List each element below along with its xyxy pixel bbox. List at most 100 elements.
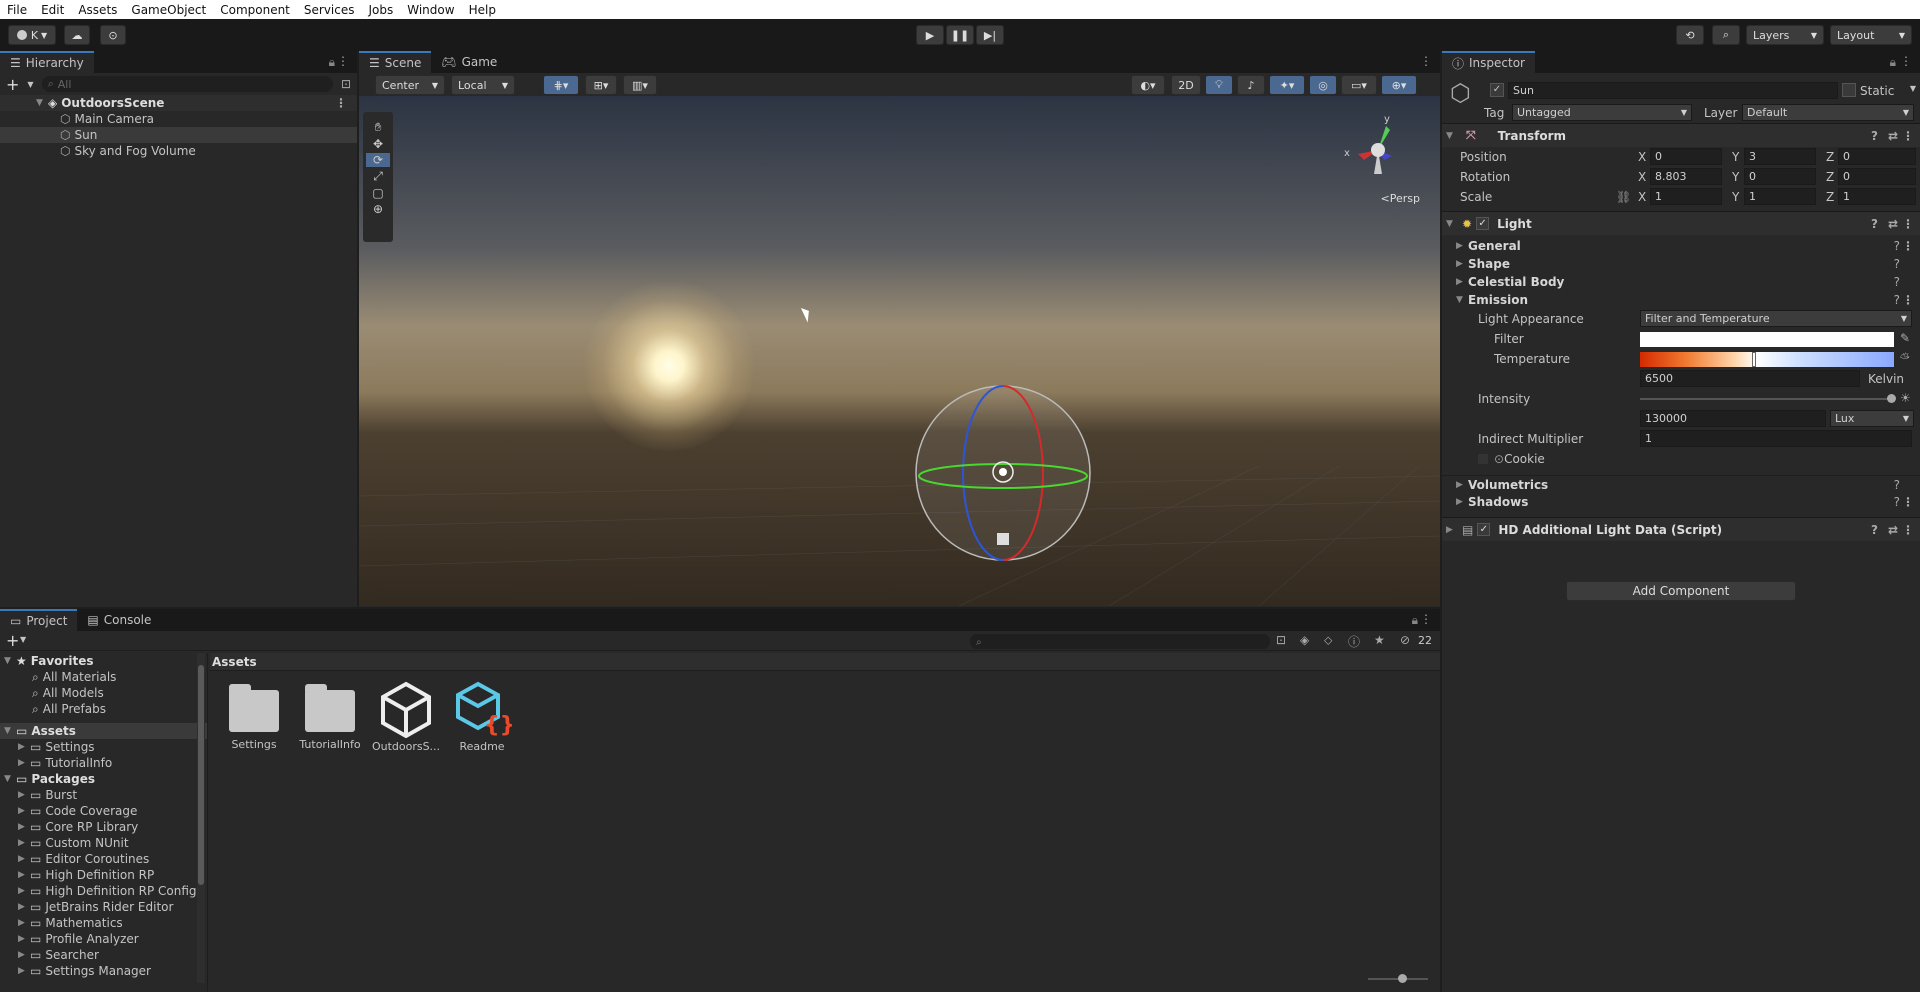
layers-dropdown[interactable]: Layers ▼	[1746, 25, 1824, 45]
tree-scrollbar[interactable]	[197, 653, 205, 983]
help-icon[interactable]: ?	[1894, 257, 1900, 271]
help-icon[interactable]: ?	[1894, 495, 1900, 509]
scene-row[interactable]: ▼ ◈ OutdoorsScene ⋮	[0, 95, 357, 111]
hierarchy-item-sky-fog[interactable]: ⬡ Sky and Fog Volume	[0, 143, 357, 159]
temperature-slider-thumb[interactable]	[1752, 352, 1756, 367]
asset-tutorialinfo-folder[interactable]: TutorialInfo	[290, 680, 370, 751]
add-component-button[interactable]: Add Component	[1566, 581, 1796, 601]
scene-viewport[interactable]: ✋︎ ✥ ⟳ ⤢ ▢ ⊕ x y <Persp	[359, 96, 1440, 606]
tree-tutorialinfo[interactable]: ▶ ▭ TutorialInfo	[0, 755, 207, 771]
section-volumetrics[interactable]: ▶ Volumetrics?	[1442, 475, 1920, 493]
component-menu-icon[interactable]: ⋮	[1902, 129, 1914, 143]
search-filter-icon[interactable]: ⊡	[1276, 633, 1286, 647]
lighting-icon[interactable]: 💡︎	[1205, 75, 1233, 95]
package-item[interactable]: ▶ ▭ Burst	[0, 787, 207, 803]
help-icon[interactable]: ?	[1871, 217, 1878, 231]
light-header[interactable]: ▼ ✹ ✓ Light ? ⇄ ⋮	[1442, 211, 1920, 235]
lock-icon[interactable]: 🔒︎	[1890, 55, 1896, 70]
kebab-menu-icon[interactable]: ⋮	[337, 54, 349, 68]
tag-dropdown[interactable]: Untagged ▼	[1512, 104, 1692, 121]
play-button[interactable]: ▶	[916, 25, 944, 45]
zoom-slider[interactable]	[1368, 974, 1428, 983]
lock-icon[interactable]: 🔒︎	[329, 55, 335, 70]
filter-color-field[interactable]	[1640, 332, 1894, 347]
asset-readme[interactable]: {} Readme	[442, 680, 522, 753]
help-icon[interactable]: ?	[1894, 275, 1900, 289]
link-icon[interactable]: ⛓	[1616, 190, 1631, 204]
favorite-all-prefabs[interactable]: ⌕ All Prefabs	[0, 701, 207, 717]
section-shadows[interactable]: ▶ Shadows? ⋮	[1442, 493, 1920, 511]
chevron-down-icon[interactable]: ▼	[20, 635, 26, 644]
scale-z-field[interactable]: 1	[1838, 188, 1916, 205]
cookie-row[interactable]: ⊙ Cookie	[1442, 449, 1920, 469]
menu-assets[interactable]: Assets	[71, 3, 124, 17]
section-menu-icon[interactable]: ⋮	[1902, 495, 1914, 509]
scene-menu-icon[interactable]: ⋮	[335, 96, 347, 110]
pause-button[interactable]: ❚❚	[946, 25, 974, 45]
tab-hierarchy[interactable]: ☰ Hierarchy	[0, 51, 94, 73]
visibility-icon[interactable]: ◎	[1309, 75, 1337, 95]
intensity-slider-thumb[interactable]	[1887, 394, 1896, 403]
menu-component[interactable]: Component	[213, 3, 297, 17]
hierarchy-item-main-camera[interactable]: ⬡ Main Camera	[0, 111, 357, 127]
label-filter-icon[interactable]: ⬦	[1324, 633, 1332, 648]
layer-dropdown[interactable]: Default ▼	[1742, 104, 1914, 121]
hierarchy-search-input[interactable]: ⌕ All	[41, 76, 333, 92]
eyedropper-icon[interactable]: ✎	[1900, 331, 1910, 345]
cloud-icon[interactable]: ☁	[64, 25, 90, 45]
gizmos-icon[interactable]: ⊕▾	[1381, 75, 1417, 95]
preset-icon[interactable]: ⇄	[1888, 129, 1898, 143]
sun-icon[interactable]: ☀	[1900, 391, 1911, 405]
package-item[interactable]: ▶ ▭ Settings Manager	[0, 963, 207, 979]
package-item[interactable]: ▶ ▭ Searcher	[0, 947, 207, 963]
account-dropdown[interactable]: K ▼	[8, 25, 56, 45]
hd-light-data-header[interactable]: ▶ ▤ ✓ HD Additional Light Data (Script) …	[1442, 517, 1920, 541]
package-item[interactable]: ▶ ▭ Mathematics	[0, 915, 207, 931]
favorite-all-materials[interactable]: ⌕ All Materials	[0, 669, 207, 685]
star-icon[interactable]: ★	[1374, 633, 1385, 647]
light-enabled-checkbox[interactable]: ✓	[1476, 217, 1490, 230]
package-item[interactable]: ▶ ▭ Core RP Library	[0, 819, 207, 835]
projection-toggle[interactable]: <Persp	[1381, 192, 1420, 205]
favorite-all-models[interactable]: ⌕ All Models	[0, 685, 207, 701]
weather-icon[interactable]: ⛅︎	[1900, 351, 1910, 366]
component-menu-icon[interactable]: ⋮	[1902, 217, 1914, 231]
menu-services[interactable]: Services	[297, 3, 362, 17]
assets-header[interactable]: ▼ ▭ Assets	[0, 723, 207, 739]
object-name-field[interactable]: Sun	[1508, 82, 1838, 99]
asset-outdoors-scene[interactable]: OutdoorsS...	[366, 680, 446, 753]
tab-inspector[interactable]: ⓘ Inspector	[1442, 51, 1535, 73]
expand-arrow-icon[interactable]: ▼	[36, 98, 48, 108]
section-shape[interactable]: ▶ Shape?	[1442, 255, 1920, 273]
preset-icon[interactable]: ⇄	[1888, 523, 1898, 537]
tree-scrollbar-thumb[interactable]	[198, 665, 204, 885]
draw-mode-icon[interactable]: ◐▾	[1131, 75, 1165, 95]
hierarchy-item-sun[interactable]: ⬡ Sun	[0, 127, 357, 143]
filter-icon[interactable]: ⊡	[341, 77, 351, 91]
package-item[interactable]: ▶ ▭ Code Coverage	[0, 803, 207, 819]
tab-console[interactable]: ▤ Console	[77, 609, 161, 631]
add-icon[interactable]: +	[6, 75, 19, 94]
history-icon[interactable]: ⟲	[1676, 25, 1704, 45]
position-y-field[interactable]: 3	[1744, 148, 1816, 165]
kebab-menu-icon[interactable]: ⋮	[1420, 612, 1432, 626]
asset-settings-folder[interactable]: Settings	[214, 680, 294, 751]
menu-edit[interactable]: Edit	[34, 3, 71, 17]
hidden-packages-icon[interactable]: ⊘	[1400, 633, 1410, 647]
light-appearance-dropdown[interactable]: Filter and Temperature ▼	[1640, 310, 1912, 327]
layout-dropdown[interactable]: Layout ▼	[1830, 25, 1912, 45]
intensity-input[interactable]: 130000	[1640, 410, 1826, 427]
menu-gameobject[interactable]: GameObject	[124, 3, 213, 17]
toggle-2d-button[interactable]: 2D	[1171, 75, 1201, 95]
ruler-icon[interactable]: ▥▾	[623, 75, 657, 95]
breadcrumb[interactable]: Assets	[210, 653, 1440, 671]
menu-window[interactable]: Window	[400, 3, 461, 17]
effects-icon[interactable]: ✦▾	[1269, 75, 1305, 95]
pivot-dropdown[interactable]: Center ▼	[375, 75, 445, 95]
intensity-unit-dropdown[interactable]: Lux ▼	[1830, 410, 1914, 427]
tab-project[interactable]: ▭ Project	[0, 609, 78, 631]
rect-tool-icon[interactable]: ▢	[372, 186, 383, 200]
zoom-slider-thumb[interactable]	[1398, 974, 1407, 983]
favorites-header[interactable]: ▼ ★ Favorites	[0, 653, 207, 669]
snap-increment-icon[interactable]: ⊞▾	[585, 75, 617, 95]
